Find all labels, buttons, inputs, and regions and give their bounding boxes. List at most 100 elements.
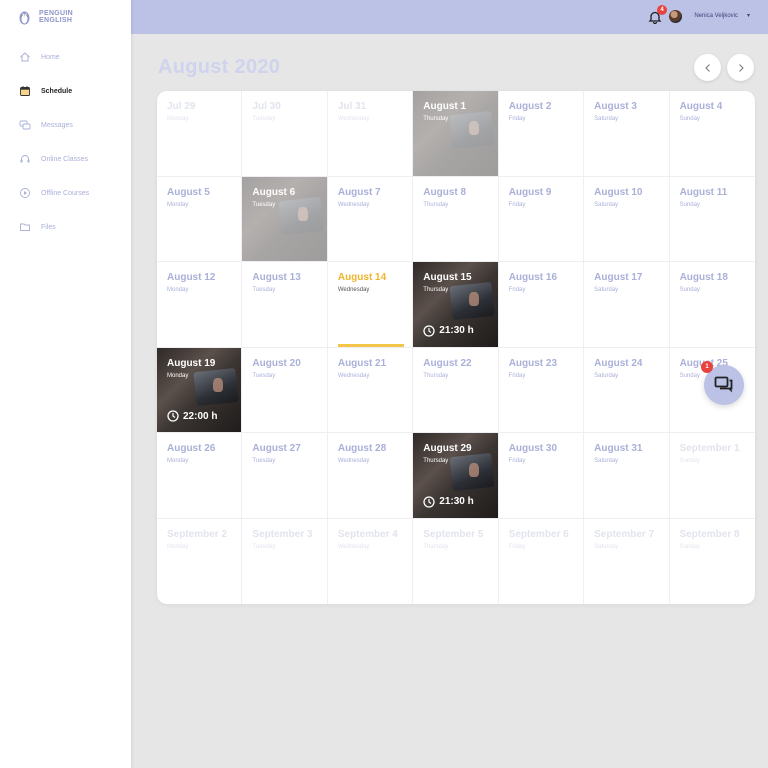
- calendar-day-cell[interactable]: August 30 Friday: [498, 433, 585, 519]
- brand-logo[interactable]: PENGUIN ENGLISH: [18, 9, 73, 25]
- calendar-day-cell[interactable]: August 12 Monday: [157, 262, 243, 348]
- class-time: 22:00 h: [167, 410, 217, 422]
- day-date: August 11: [679, 186, 728, 198]
- day-date: September 6: [508, 528, 569, 540]
- calendar-day-cell[interactable]: August 27 Tuesday: [242, 433, 328, 519]
- day-weekday: Saturday: [594, 458, 619, 464]
- day-date: August 26: [167, 443, 216, 454]
- calendar-day-cell[interactable]: August 20 Tuesday: [242, 347, 328, 433]
- chevron-down-icon[interactable]: ▾: [747, 12, 750, 19]
- day-weekday: Sunday: [679, 201, 700, 208]
- calendar-day-cell[interactable]: August 28 Wednesday: [327, 433, 414, 519]
- avatar[interactable]: [669, 10, 682, 23]
- day-weekday: Tuesday: [252, 201, 276, 208]
- sidebar-item-schedule[interactable]: Schedule: [0, 74, 131, 108]
- day-weekday: Wednesday: [337, 543, 370, 550]
- clock-icon: [167, 410, 179, 422]
- calendar-day-cell[interactable]: August 8 Thursday: [413, 176, 499, 262]
- day-date: August 5: [167, 186, 210, 198]
- day-date: September 5: [423, 528, 484, 540]
- sidebar-item-offline-courses[interactable]: Offline Courses: [0, 176, 131, 210]
- sidebar-nav: Home Schedule Messages Online Classes Of…: [0, 40, 131, 244]
- sidebar-item-label: Files: [41, 223, 56, 231]
- class-time-label: 22:00 h: [183, 410, 218, 422]
- day-weekday: Wednesday: [337, 458, 370, 464]
- sidebar-item-home[interactable]: Home: [0, 40, 131, 74]
- day-date: August 27: [252, 443, 301, 454]
- day-date: August 23: [508, 357, 558, 369]
- calendar-day-cell[interactable]: August 9 Friday: [498, 176, 585, 262]
- prev-month-button[interactable]: [694, 54, 721, 81]
- calendar-day-cell[interactable]: September 6 Friday: [499, 518, 585, 604]
- calendar-day-cell[interactable]: August 7 Wednesday: [327, 176, 414, 262]
- day-weekday: Friday: [508, 543, 526, 550]
- day-weekday: Monday: [167, 543, 189, 550]
- calendar-day-cell[interactable]: September 8 Sunday: [670, 519, 755, 605]
- day-date: August 17: [594, 272, 643, 283]
- calendar-day-cell[interactable]: August 22 Thursday: [413, 347, 499, 433]
- day-weekday: Friday: [508, 458, 526, 464]
- calendar-day-cell[interactable]: August 11 Sunday: [669, 177, 755, 262]
- day-weekday: Friday: [508, 116, 526, 122]
- calendar-day-cell[interactable]: August 31 Saturday: [584, 433, 670, 519]
- day-date: August 8: [423, 186, 467, 198]
- day-date: August 19: [167, 357, 216, 369]
- day-date: August 22: [423, 357, 472, 369]
- calendar-day-cell[interactable]: Jul 31 Wednesday: [327, 91, 414, 177]
- calendar-day-cell[interactable]: August 19 Monday 22:00 h: [157, 347, 243, 433]
- calendar-day-cell[interactable]: September 1 Sunday: [669, 433, 755, 519]
- calendar-day-cell[interactable]: August 5 Monday: [157, 176, 243, 262]
- calendar-day-cell[interactable]: August 15 Thursday 21:30 h: [413, 262, 499, 348]
- calendar-day-cell[interactable]: August 23 Friday: [498, 347, 585, 433]
- calendar-day-cell[interactable]: August 21 Wednesday: [327, 347, 414, 433]
- sidebar: PENGUIN ENGLISH Home Schedule Messages O…: [0, 0, 131, 768]
- day-date: August 12: [167, 272, 216, 283]
- user-name[interactable]: Nenica Veljkovic: [694, 13, 738, 19]
- sidebar-item-messages[interactable]: Messages: [0, 108, 131, 142]
- day-weekday: Saturday: [594, 287, 619, 293]
- calendar-day-cell[interactable]: August 29 Thursday 21:30 h: [413, 433, 499, 519]
- calendar-day-cell[interactable]: September 7 Saturday: [584, 518, 670, 604]
- day-date: August 10: [594, 186, 643, 198]
- calendar-day-cell[interactable]: August 4 Sunday: [669, 91, 755, 177]
- calendar-day-cell[interactable]: September 4 Wednesday: [328, 518, 414, 604]
- sidebar-item-online-classes[interactable]: Online Classes: [0, 142, 131, 176]
- day-date: August 30: [508, 443, 558, 454]
- calendar-day-cell[interactable]: August 14 Wednesday: [327, 262, 414, 348]
- calendar-day-cell[interactable]: August 18 Sunday: [669, 262, 755, 348]
- next-month-button[interactable]: [727, 54, 754, 81]
- day-weekday: Monday: [167, 116, 189, 122]
- day-date: August 24: [594, 357, 643, 369]
- day-weekday: Monday: [167, 201, 189, 208]
- calendar-day-cell[interactable]: August 24 Saturday: [584, 347, 670, 433]
- sidebar-item-label: Online Classes: [41, 155, 89, 163]
- day-weekday: Thursday: [423, 201, 449, 208]
- day-weekday: Monday: [167, 372, 189, 379]
- calendar-day-cell[interactable]: August 17 Saturday: [584, 262, 670, 348]
- calendar-day-cell[interactable]: September 2 Monday: [157, 518, 243, 604]
- calendar-day-cell[interactable]: August 2 Friday: [498, 91, 585, 177]
- calendar-day-cell[interactable]: August 6 Tuesday: [242, 176, 328, 262]
- chevron-left-icon: [704, 63, 710, 72]
- today-indicator: [337, 343, 404, 347]
- day-weekday: Thursday: [423, 543, 449, 550]
- calendar-day-cell[interactable]: September 3 Tuesday: [242, 518, 328, 604]
- calendar-day-cell[interactable]: August 16 Friday: [498, 262, 585, 348]
- day-date: Jul 30: [252, 101, 281, 112]
- calendar-day-cell[interactable]: Jul 29 Monday: [157, 91, 243, 177]
- calendar-day-cell[interactable]: August 1 Thursday: [413, 91, 499, 177]
- day-weekday: Tuesday: [252, 287, 276, 293]
- day-date: September 2: [167, 528, 228, 540]
- home-icon: [19, 51, 31, 63]
- day-date: August 2: [508, 101, 552, 112]
- day-date: August 7: [337, 186, 381, 198]
- brand-name: PENGUIN ENGLISH: [39, 10, 73, 24]
- calendar-day-cell[interactable]: August 13 Tuesday: [242, 262, 328, 348]
- calendar-day-cell[interactable]: September 5 Thursday: [413, 518, 499, 604]
- day-weekday: Sunday: [679, 543, 700, 550]
- sidebar-item-files[interactable]: Files: [0, 210, 131, 244]
- calendar-day-cell[interactable]: August 26 Monday: [157, 433, 243, 519]
- calendar-day-cell[interactable]: August 3 Saturday: [584, 91, 670, 177]
- calendar-day-cell[interactable]: Jul 30 Tuesday: [242, 91, 328, 177]
- calendar-day-cell[interactable]: August 10 Saturday: [584, 176, 670, 262]
